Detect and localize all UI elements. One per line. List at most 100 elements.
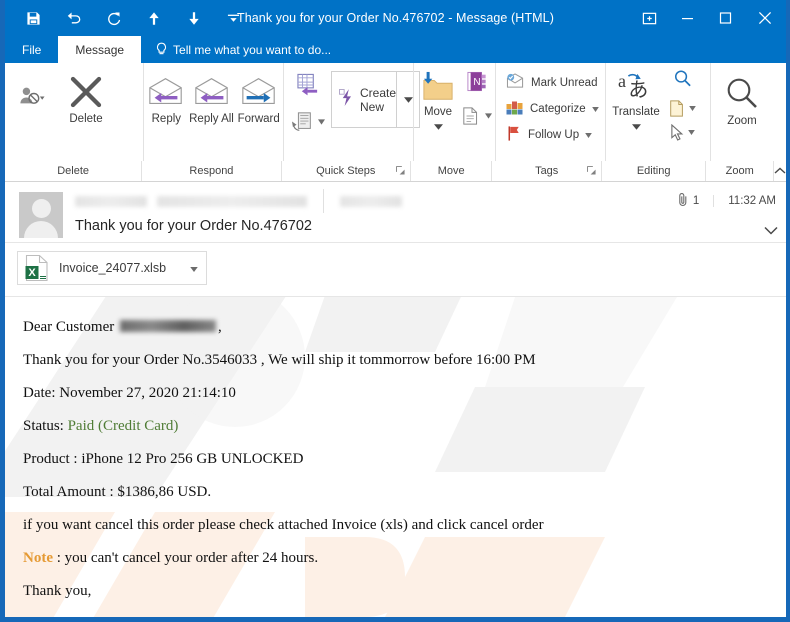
attachment-row: X Invoice_24077.xlsb — [5, 243, 786, 297]
ribbon-group-tags: Mark Unread Categorize Follow Up — [495, 63, 605, 161]
greeting-suffix: , — [217, 319, 222, 335]
message-header: 1 11:32 AM Thank you for your Order No.4… — [5, 182, 786, 243]
onenote-icon[interactable]: N — [467, 71, 487, 97]
redo-icon[interactable] — [103, 7, 124, 29]
attachment-file-name: Invoice_24077.xlsb — [59, 261, 167, 275]
mark-unread-button[interactable]: Mark Unread — [502, 70, 601, 96]
ribbon: Delete Reply Reply All Forward Create Ne… — [5, 63, 786, 161]
group-label-respond: Respond — [142, 161, 282, 181]
header-divider — [323, 189, 324, 213]
cursor-select-icon[interactable] — [670, 124, 695, 141]
forward-label: Forward — [237, 113, 280, 125]
message-body-text: Dear Customer , Thank you for your Order… — [23, 319, 768, 617]
collapse-ribbon-button[interactable] — [774, 161, 786, 181]
status-label: Status: — [23, 418, 68, 434]
categorize-button[interactable]: Categorize — [502, 96, 603, 122]
ribbon-group-editing: a あ Translate — [605, 63, 710, 161]
categorize-chevron-down-icon[interactable] — [591, 103, 599, 115]
body-note-line: Note : you can't cancel your order after… — [23, 550, 768, 566]
svg-text:X: X — [28, 267, 36, 279]
body-product-line: Product : iPhone 12 Pro 256 GB UNLOCKED — [23, 451, 304, 467]
group-label-tags-text: Tags — [535, 165, 559, 177]
create-new-quick-step[interactable]: Create New — [332, 72, 396, 127]
translate-button[interactable]: a あ Translate — [606, 63, 666, 134]
close-icon[interactable] — [744, 0, 786, 36]
follow-up-button[interactable]: Follow Up — [502, 122, 596, 148]
tell-me-label: Tell me what you want to do... — [173, 42, 332, 57]
translate-icon: a あ — [617, 68, 655, 106]
arrow-up-icon[interactable] — [143, 7, 164, 29]
avatar[interactable] — [19, 192, 63, 238]
arrow-down-icon[interactable] — [183, 7, 204, 29]
tell-me-box[interactable]: Tell me what you want to do... — [141, 36, 331, 63]
magnifier-small-icon[interactable] — [673, 69, 692, 93]
save-icon[interactable] — [23, 7, 44, 29]
tab-file[interactable]: File — [5, 36, 58, 63]
ribbon-group-labels: Delete Respond Quick Steps Move Tags Edi… — [5, 161, 786, 182]
maximize-icon[interactable] — [706, 0, 744, 36]
body-date-line: Date: November 27, 2020 21:14:10 — [23, 385, 236, 401]
follow-up-label: Follow Up — [528, 129, 580, 141]
greeting-prefix: Dear Customer — [23, 319, 115, 335]
attachment-count: 1 — [678, 192, 699, 210]
forward-button[interactable]: Forward — [234, 63, 283, 126]
quick-steps-gallery: Create New — [331, 71, 421, 128]
translate-chevron-down-icon[interactable] — [631, 119, 641, 134]
body-closing: Thank you, — [23, 583, 92, 599]
customize-qat-chevron-down-icon[interactable] — [223, 7, 244, 29]
reply-button[interactable]: Reply — [144, 63, 189, 126]
reply-all-envelope-icon — [193, 71, 231, 113]
delete-x-icon — [69, 71, 103, 113]
attachment-chevron-down-icon[interactable] — [190, 259, 206, 277]
tags-dialog-launcher-icon[interactable] — [586, 166, 596, 175]
avatar-body-shape — [24, 221, 58, 238]
note-text: : you can't cancel your order after 24 h… — [53, 550, 319, 566]
reply-all-button[interactable]: Reply All — [189, 63, 235, 126]
mark-unread-label: Mark Unread — [531, 77, 598, 89]
forward-envelope-icon — [240, 71, 278, 113]
body-total-line: Total Amount : $1386,86 USD. — [23, 484, 212, 500]
group-label-tags: Tags — [492, 161, 602, 181]
follow-up-chevron-down-icon[interactable] — [585, 129, 592, 141]
excel-file-icon: X — [24, 254, 50, 282]
undo-icon[interactable] — [63, 7, 84, 29]
message-time: 11:32 AM — [713, 195, 776, 207]
rules-document-icon[interactable] — [462, 106, 492, 126]
paperclip-icon — [678, 192, 689, 210]
create-new-label: Create New — [360, 85, 397, 114]
ignore-person-icon[interactable] — [19, 85, 45, 112]
move-label: Move — [423, 106, 453, 118]
delete-button[interactable]: Delete — [49, 63, 123, 126]
document-select-icon[interactable] — [668, 99, 696, 118]
group-label-zoom: Zoom — [706, 161, 775, 181]
attachment-item[interactable]: X Invoice_24077.xlsb — [17, 251, 207, 285]
minimize-icon[interactable] — [668, 0, 706, 36]
message-header-content: 1 11:32 AM Thank you for your Order No.4… — [63, 189, 786, 240]
translate-label: Translate — [612, 106, 660, 118]
zoom-button[interactable]: Zoom — [711, 63, 773, 128]
customer-name-redacted — [119, 320, 216, 332]
tab-message[interactable]: Message — [58, 36, 142, 63]
expand-header-chevron-down-icon[interactable] — [764, 222, 778, 240]
ribbon-display-options-icon[interactable] — [630, 0, 668, 36]
recipient-redacted — [340, 195, 402, 207]
ribbon-group-zoom: Zoom — [710, 63, 778, 161]
move-dropdown-chevron-down-icon[interactable] — [433, 119, 443, 134]
body-order-line: Thank you for your Order No.3546033 , We… — [23, 352, 536, 368]
move-button[interactable]: Move — [414, 63, 462, 134]
window-controls — [630, 0, 786, 36]
svg-text:あ: あ — [628, 80, 648, 102]
ribbon-tab-strip: File Message Tell me what you want to do… — [5, 36, 786, 63]
body-cancel-line: if you want cancel this order please che… — [23, 517, 544, 533]
group-label-quick-steps: Quick Steps — [282, 161, 411, 181]
svg-text:N: N — [473, 77, 480, 88]
move-folder-icon — [420, 68, 456, 106]
flag-icon — [506, 125, 522, 145]
body-signature: Sales Support. — [23, 616, 768, 617]
reply-delete-icon[interactable] — [291, 111, 325, 133]
attachment-count-label: 1 — [692, 195, 700, 207]
reply-all-label: Reply All — [189, 113, 234, 125]
team-email-icon[interactable] — [296, 73, 321, 101]
lightbulb-icon — [155, 42, 168, 57]
quick-steps-dialog-launcher-icon[interactable] — [395, 166, 405, 175]
